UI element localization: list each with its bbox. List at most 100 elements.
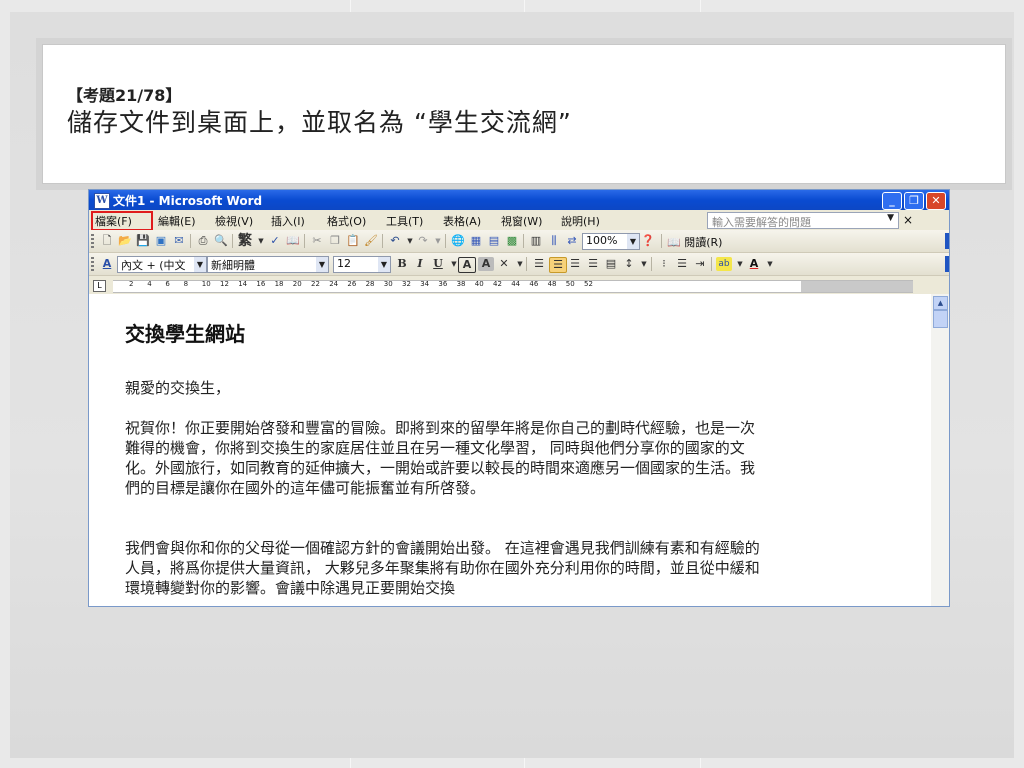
open-folder-icon[interactable]: 📂 bbox=[117, 234, 133, 248]
document-map-icon[interactable]: ⇄ bbox=[564, 234, 580, 248]
ruler-mark: 24 bbox=[329, 280, 339, 288]
font-size-select[interactable]: 12 ▼ bbox=[333, 256, 391, 273]
save-icon[interactable]: 💾 bbox=[135, 234, 151, 248]
menu-window[interactable]: 視窗(W) bbox=[501, 213, 542, 229]
align-left-icon[interactable]: ☰ bbox=[549, 257, 567, 273]
indent-icon[interactable]: ⇥ bbox=[692, 257, 708, 271]
zoom-dropdown-icon[interactable]: ▼ bbox=[627, 234, 639, 249]
cut-icon[interactable]: ✂ bbox=[309, 234, 325, 248]
font-dropdown-icon[interactable]: ▼ bbox=[316, 257, 328, 272]
style-dropdown-icon[interactable]: ▼ bbox=[194, 257, 206, 272]
font-select[interactable]: 新細明體 ▼ bbox=[207, 256, 329, 273]
char-border-icon[interactable]: A bbox=[458, 257, 476, 273]
font-color-icon[interactable]: A bbox=[746, 257, 762, 271]
font-value: 新細明體 bbox=[211, 259, 255, 272]
menu-table[interactable]: 表格(A) bbox=[443, 213, 481, 229]
distributed-icon[interactable]: ▤ bbox=[603, 257, 619, 271]
title-bar[interactable]: W 文件1 - Microsoft Word _ ❐ ✕ bbox=[89, 190, 949, 210]
ruler-mark: 34 bbox=[420, 280, 430, 288]
justify-icon[interactable]: ☰ bbox=[531, 257, 547, 271]
help-search-input[interactable]: 輸入需要解答的問題 ▼ bbox=[707, 212, 899, 229]
style-value: 內文 + (中文 bbox=[121, 259, 186, 272]
line-spacing-dropdown-icon[interactable]: ▼ bbox=[636, 257, 652, 271]
italic-button[interactable]: I bbox=[412, 257, 428, 271]
copy-icon[interactable]: ❐ bbox=[327, 234, 343, 248]
highlight-icon[interactable]: ab bbox=[716, 257, 732, 271]
menu-help[interactable]: 說明(H) bbox=[561, 213, 600, 229]
ruler-mark: 8 bbox=[183, 280, 189, 288]
ruler-mark: 14 bbox=[238, 280, 248, 288]
read-mode-button[interactable]: 📖 閱讀(R) bbox=[667, 234, 722, 250]
horizontal-ruler[interactable]: L 2 4 6 8 10 12 14 16 18 20 22 24 26 28 30 32 34 36 38 40 42… bbox=[89, 276, 949, 294]
ruler-mark: 16 bbox=[256, 280, 266, 288]
toolbar-options-button[interactable] bbox=[945, 256, 949, 272]
ruler-mark: 48 bbox=[547, 280, 557, 288]
menu-edit[interactable]: 編輯(E) bbox=[158, 213, 196, 229]
bold-button[interactable]: B bbox=[394, 257, 410, 271]
redo-icon[interactable]: ↷ bbox=[415, 234, 431, 248]
tables-borders-icon[interactable]: ▦ bbox=[468, 234, 484, 248]
spelling-icon[interactable]: ✓ bbox=[267, 234, 283, 248]
traditional-chinese-icon[interactable]: 繁 bbox=[237, 234, 253, 248]
char-shading-icon[interactable]: A bbox=[478, 257, 494, 271]
menu-format[interactable]: 格式(O) bbox=[327, 213, 366, 229]
drawing-icon[interactable]: ⫼ bbox=[546, 234, 562, 248]
help-placeholder: 輸入需要解答的問題 bbox=[712, 216, 811, 229]
zoom-value: 100% bbox=[586, 234, 618, 247]
ruler-mark: 26 bbox=[347, 280, 357, 288]
align-right-icon[interactable]: ☰ bbox=[585, 257, 601, 271]
email-icon[interactable]: ✉ bbox=[171, 234, 187, 248]
scroll-up-icon[interactable]: ▲ bbox=[933, 296, 948, 310]
numbering-icon[interactable]: ⁝ bbox=[656, 257, 672, 271]
help-icon[interactable]: ❓ bbox=[640, 234, 656, 248]
style-select[interactable]: 內文 + (中文 ▼ bbox=[117, 256, 207, 273]
menu-tools[interactable]: 工具(T) bbox=[386, 213, 423, 229]
undo-icon[interactable]: ↶ bbox=[387, 234, 403, 248]
toolbar-grip[interactable] bbox=[91, 234, 94, 248]
scroll-thumb[interactable] bbox=[933, 310, 948, 328]
document-close-icon[interactable]: × bbox=[903, 213, 913, 227]
word-app-icon[interactable]: W bbox=[94, 193, 110, 209]
bullets-icon[interactable]: ☰ bbox=[674, 257, 690, 271]
question-text: 儲存文件到桌面上，並取名為 “學生交流網” bbox=[67, 108, 572, 137]
align-center-icon[interactable]: ☰ bbox=[567, 257, 583, 271]
format-painter-icon[interactable]: 🖌 bbox=[363, 234, 379, 248]
insert-table-icon[interactable]: ▤ bbox=[486, 234, 502, 248]
insert-excel-icon[interactable]: ▩ bbox=[504, 234, 520, 248]
font-size-dropdown-icon[interactable]: ▼ bbox=[378, 257, 390, 272]
document-area[interactable]: 交換學生網站 親愛的交換生， 祝賀你！你正要開始啓發和豐富的冒險。即將到來的留學… bbox=[89, 294, 931, 606]
menu-file[interactable]: 檔案(F) bbox=[95, 213, 132, 229]
print-icon[interactable]: ⎙ bbox=[195, 234, 211, 248]
zoom-select[interactable]: 100% ▼ bbox=[582, 233, 640, 250]
redo-dropdown-icon[interactable]: ▼ bbox=[430, 234, 446, 248]
window-title: 文件1 - Microsoft Word bbox=[113, 194, 263, 208]
menu-insert[interactable]: 插入(I) bbox=[271, 213, 305, 229]
ruler-mark: 30 bbox=[383, 280, 393, 288]
tab-selector-icon[interactable]: L bbox=[93, 280, 106, 292]
toolbar-options-button[interactable] bbox=[945, 233, 949, 249]
menu-bar: 檔案(F) 編輯(E) 檢視(V) 插入(I) 格式(O) 工具(T) 表格(A… bbox=[89, 210, 949, 231]
font-color-dropdown-icon[interactable]: ▼ bbox=[762, 257, 778, 271]
maximize-button[interactable]: ❐ bbox=[904, 192, 924, 210]
line-spacing-icon[interactable]: ↕ bbox=[621, 257, 637, 271]
document-title: 交換學生網站 bbox=[125, 322, 245, 346]
new-document-icon[interactable]: 🗋 bbox=[99, 234, 115, 248]
paste-icon[interactable]: 📋 bbox=[345, 234, 361, 248]
help-dropdown-icon[interactable]: ▼ bbox=[887, 213, 894, 223]
toolbar-grip[interactable] bbox=[91, 257, 94, 271]
underline-button[interactable]: U bbox=[430, 257, 446, 271]
hyperlink-icon[interactable]: 🌐 bbox=[450, 234, 466, 248]
columns-icon[interactable]: ▥ bbox=[528, 234, 544, 248]
menu-view[interactable]: 檢視(V) bbox=[215, 213, 253, 229]
close-button[interactable]: ✕ bbox=[926, 192, 946, 210]
permission-icon[interactable]: ▣ bbox=[153, 234, 169, 248]
body-paragraph-1: 祝賀你！你正要開始啓發和豐富的冒險。即將到來的留學年將是你自己的劃時代經驗，也是… bbox=[125, 419, 756, 497]
ruler-mark: 6 bbox=[165, 280, 170, 288]
char-scaling-icon[interactable]: ✕ bbox=[496, 257, 512, 271]
research-icon[interactable]: 📖 bbox=[285, 234, 301, 248]
styles-icon[interactable]: A bbox=[99, 257, 115, 271]
print-preview-icon[interactable]: 🔍 bbox=[213, 234, 229, 248]
vertical-scrollbar[interactable]: ▲ bbox=[931, 294, 949, 606]
ruler-mark: 2 bbox=[129, 280, 134, 288]
minimize-button[interactable]: _ bbox=[882, 192, 902, 210]
